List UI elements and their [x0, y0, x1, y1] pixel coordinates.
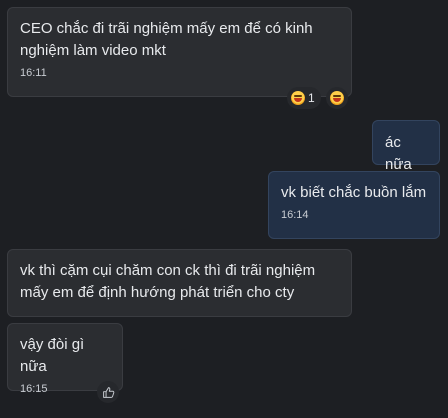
reaction-count: 1 [308, 91, 315, 105]
message-text: vậy đòi gì nữa [20, 336, 85, 375]
laughing-emoji-icon [291, 91, 305, 105]
message-text: ác nữa [385, 134, 412, 173]
message-bubble[interactable]: vk biết chắc buồn lắm 16:14 [268, 171, 440, 239]
message-time: 16:11 [20, 67, 47, 79]
reaction-pill[interactable]: 1 [287, 87, 321, 109]
thumbs-up-icon [102, 386, 114, 398]
message-text: CEO chắc đi trãi nghiệm mấy em để có kin… [20, 20, 313, 59]
message-bubble[interactable]: ác nữa [372, 120, 440, 173]
message-bubble[interactable]: vk thì cặm cụi chăm con ck thì đi trãi n… [7, 249, 352, 317]
reaction-pill[interactable] [326, 87, 348, 109]
message-text: vk biết chắc buồn lắm [281, 184, 427, 201]
message-bubble[interactable]: CEO chắc đi trãi nghiệm mấy em để có kin… [7, 7, 352, 97]
like-button[interactable] [97, 381, 119, 403]
laughing-emoji-icon [330, 91, 344, 105]
message-time: 16:14 [281, 209, 309, 221]
message-text: vk thì cặm cụi chăm con ck thì đi trãi n… [20, 262, 316, 301]
